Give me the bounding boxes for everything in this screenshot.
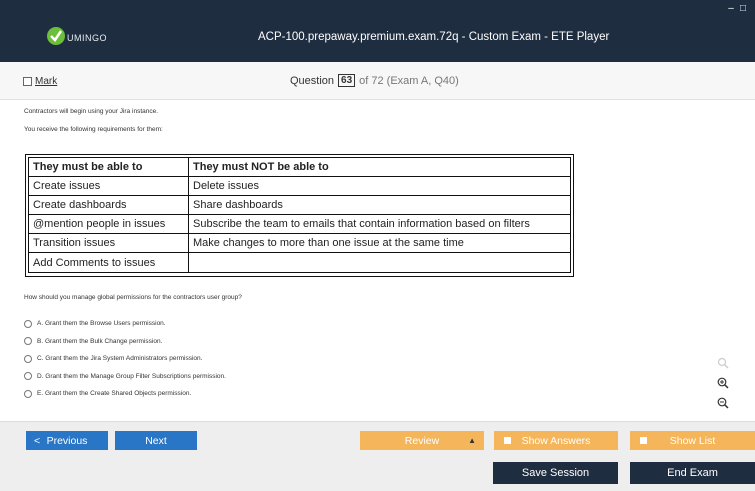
- table-cell: Delete issues: [188, 176, 571, 196]
- radio-button[interactable]: [24, 389, 32, 398]
- question-body: Contractors will begin using your Jira i…: [24, 108, 744, 144]
- table-header-cell: They must NOT be able to: [188, 157, 571, 177]
- mark-label[interactable]: Mark: [35, 76, 57, 87]
- caret-up-icon: ▲: [468, 436, 476, 445]
- previous-label: Previous: [46, 434, 88, 447]
- table-header-row: They must be able to They must NOT be ab…: [28, 157, 571, 177]
- option-label[interactable]: C. Grant them the Jira System Administra…: [37, 355, 202, 362]
- show-list-button[interactable]: Show List: [630, 431, 755, 450]
- logo-check-icon: [47, 27, 65, 45]
- bottom-bar: Save Session End Exam: [0, 458, 755, 491]
- zoom-out-icon[interactable]: [716, 396, 730, 410]
- radio-button[interactable]: [24, 372, 32, 381]
- table-cell: Make changes to more than one issue at t…: [188, 233, 571, 253]
- table-cell: [188, 252, 571, 273]
- answer-option-b[interactable]: B. Grant them the Bulk Change permission…: [24, 333, 226, 351]
- question-indicator: Question 63 of 72 (Exam A, Q40): [290, 74, 459, 87]
- option-label[interactable]: B. Grant them the Bulk Change permission…: [37, 338, 162, 345]
- window-controls: – □: [727, 3, 747, 14]
- option-label[interactable]: D. Grant them the Manage Group Filter Su…: [37, 373, 226, 380]
- end-exam-label: End Exam: [667, 467, 718, 479]
- answer-option-c[interactable]: C. Grant them the Jira System Administra…: [24, 350, 226, 368]
- answer-options: A. Grant them the Browse Users permissio…: [24, 315, 226, 403]
- option-label[interactable]: A. Grant them the Browse Users permissio…: [37, 320, 166, 327]
- table-cell: Subscribe the team to emails that contai…: [188, 214, 571, 234]
- requirements-table: They must be able to They must NOT be ab…: [28, 157, 571, 273]
- window-title: ACP-100.prepaway.premium.exam.72q - Cust…: [258, 31, 610, 43]
- answer-option-a[interactable]: A. Grant them the Browse Users permissio…: [24, 315, 226, 333]
- table-cell: @mention people in issues: [28, 214, 189, 234]
- question-label: Question: [290, 74, 335, 87]
- table-row: Create dashboards Share dashboards: [28, 195, 571, 215]
- table-row: Transition issues Make changes to more t…: [28, 233, 571, 253]
- review-button[interactable]: Review ▲: [360, 431, 484, 450]
- answer-option-d[interactable]: D. Grant them the Manage Group Filter Su…: [24, 368, 226, 386]
- option-label[interactable]: E. Grant them the Create Shared Objects …: [37, 390, 191, 397]
- save-session-label: Save Session: [521, 467, 590, 479]
- next-button[interactable]: Next: [115, 431, 197, 450]
- minimize-button[interactable]: –: [727, 3, 735, 14]
- zoom-in-icon[interactable]: [716, 376, 730, 390]
- question-text: How should you manage global permissions…: [24, 294, 242, 301]
- show-list-label: Show List: [669, 434, 716, 447]
- table-header-cell: They must be able to: [28, 157, 189, 177]
- question-header: Mark Question 63 of 72 (Exam A, Q40): [0, 62, 755, 100]
- question-total: of 72 (Exam A, Q40): [359, 74, 459, 87]
- chevron-left-icon: <: [34, 434, 41, 447]
- table-cell: Share dashboards: [188, 195, 571, 215]
- intro-line: Contractors will begin using your Jira i…: [24, 108, 159, 115]
- table-row: Add Comments to issues: [28, 252, 571, 273]
- radio-button[interactable]: [24, 319, 32, 328]
- table-row: @mention people in issues Subscribe the …: [28, 214, 571, 234]
- checkbox-icon[interactable]: [23, 77, 32, 86]
- intro-line: You receive the following requirements f…: [24, 126, 163, 133]
- checkbox-icon[interactable]: [504, 437, 511, 444]
- previous-button[interactable]: < Previous: [26, 431, 108, 450]
- end-exam-button[interactable]: End Exam: [630, 462, 755, 484]
- table-cell: Add Comments to issues: [28, 252, 189, 273]
- table-row: Create issues Delete issues: [28, 176, 571, 196]
- table-cell: Transition issues: [28, 233, 189, 253]
- checkbox-icon[interactable]: [640, 437, 647, 444]
- review-label: Review: [404, 434, 440, 447]
- answer-option-e[interactable]: E. Grant them the Create Shared Objects …: [24, 385, 226, 403]
- radio-button[interactable]: [24, 354, 32, 363]
- table-cell: Create issues: [28, 176, 189, 196]
- show-answers-button[interactable]: Show Answers: [494, 431, 618, 450]
- navigation-bar: < Previous Next Review ▲ Show Answers Sh…: [0, 421, 755, 458]
- show-answers-label: Show Answers: [521, 434, 591, 447]
- next-label: Next: [145, 434, 167, 447]
- table-cell: Create dashboards: [28, 195, 189, 215]
- mark-checkbox[interactable]: Mark: [23, 76, 57, 87]
- app-logo: UMINGO: [46, 26, 107, 46]
- save-session-button[interactable]: Save Session: [493, 462, 618, 484]
- title-bar: UMINGO ACP-100.prepaway.premium.exam.72q…: [0, 0, 755, 62]
- maximize-button[interactable]: □: [739, 3, 747, 14]
- search-icon[interactable]: [716, 356, 730, 370]
- radio-button[interactable]: [24, 337, 32, 346]
- question-number[interactable]: 63: [338, 74, 356, 87]
- logo-text: UMINGO: [67, 33, 107, 43]
